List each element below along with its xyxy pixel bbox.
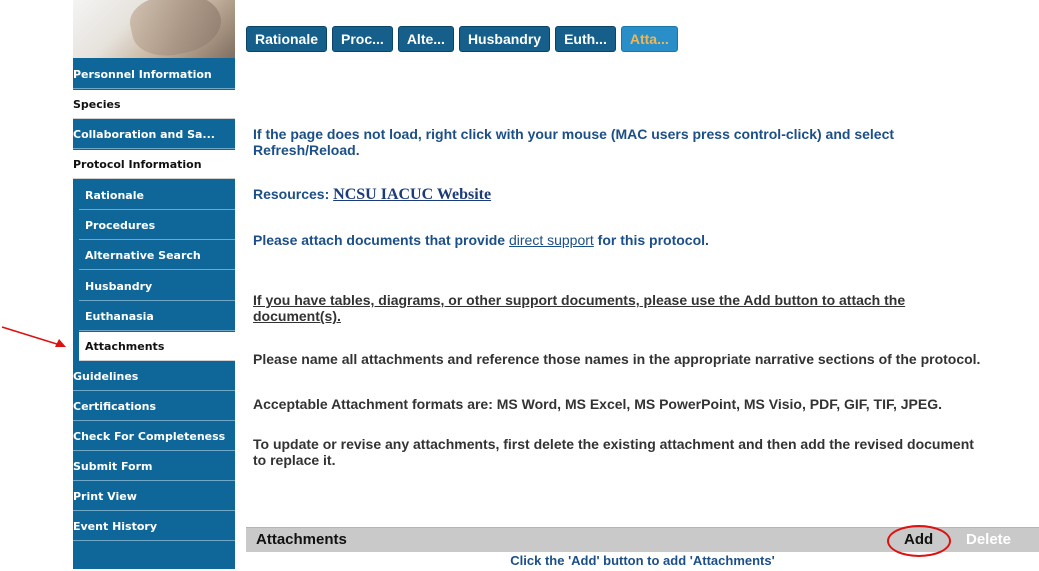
naming-notice: Please name all attachments and referenc…	[253, 351, 981, 367]
sidebar-item-rationale[interactable]: Rationale	[79, 181, 235, 210]
update-notice-line-2: to replace it.	[253, 452, 336, 468]
reload-notice-line-1: If the page does not load, right click w…	[253, 126, 895, 142]
sidebar-item-label: Husbandry	[85, 280, 153, 293]
add-attachment-button[interactable]: Add	[904, 528, 933, 552]
sidebar-item-label: Protocol Information	[73, 158, 202, 171]
delete-attachment-button: Delete	[966, 531, 1012, 548]
attachments-grid-header: Attachments Add Delete	[246, 527, 1039, 552]
sidebar-item-label: Event History	[73, 520, 157, 533]
sidebar-item-euthanasia[interactable]: Euthanasia	[79, 302, 235, 331]
sidebar-nav: Personnel Information Species Collaborat…	[73, 0, 235, 569]
sidebar-item-label: Print View	[73, 490, 137, 503]
direct-support-link[interactable]: direct support	[509, 232, 594, 248]
annotation-arrow-icon	[1, 326, 66, 347]
sidebar-item-label: Guidelines	[73, 370, 139, 383]
sidebar-item-event-history[interactable]: Event History	[73, 512, 235, 541]
sidebar-item-label: Alternative Search	[85, 249, 201, 262]
tables-notice-line-2: document(s).	[253, 308, 341, 324]
attach-instruction-suffix: for this protocol.	[593, 232, 709, 248]
sidebar-item-print-view[interactable]: Print View	[73, 482, 235, 511]
sidebar-item-label: Attachments	[85, 340, 165, 353]
sidebar-item-label: Personnel Information	[73, 68, 212, 81]
sidebar-item-species[interactable]: Species	[73, 90, 235, 119]
resources-label: Resources:	[253, 186, 334, 202]
tab-attachments[interactable]: Atta...	[620, 26, 678, 52]
tab-husbandry[interactable]: Husbandry	[458, 26, 551, 52]
tab-alternative-search[interactable]: Alte...	[397, 26, 454, 52]
iacuc-website-link[interactable]: NCSU IACUC Website	[333, 186, 491, 203]
sidebar-item-label: Check For Completeness	[73, 430, 226, 443]
sidebar-item-husbandry[interactable]: Husbandry	[79, 272, 235, 301]
sidebar-item-collaboration[interactable]: Collaboration and Sa...	[73, 120, 235, 149]
sidebar-item-certifications[interactable]: Certifications	[73, 392, 235, 421]
formats-notice: Acceptable Attachment formats are: MS Wo…	[253, 396, 943, 412]
sidebar-item-label: Submit Form	[73, 460, 153, 473]
sidebar-item-procedures[interactable]: Procedures	[79, 211, 235, 240]
sidebar-item-attachments[interactable]: Attachments	[79, 332, 235, 361]
sidebar-item-label: Species	[73, 98, 121, 111]
update-notice-line-1: To update or revise any attachments, fir…	[253, 436, 974, 452]
sidebar-item-label: Procedures	[85, 219, 156, 232]
section-tabs: Rationale Proc... Alte... Husbandry Euth…	[246, 26, 678, 52]
sidebar-item-label: Collaboration and Sa...	[73, 128, 215, 141]
sidebar-item-submit-form[interactable]: Submit Form	[73, 452, 235, 481]
header-photo	[73, 0, 235, 58]
reload-notice: If the page does not load, right click w…	[253, 126, 894, 158]
sidebar-item-alternative-search[interactable]: Alternative Search	[79, 241, 235, 270]
sidebar-item-label: Certifications	[73, 400, 157, 413]
tables-notice: If you have tables, diagrams, or other s…	[253, 292, 905, 324]
reload-notice-line-2: Refresh/Reload.	[253, 142, 360, 158]
sidebar-item-label: Euthanasia	[85, 310, 154, 323]
sidebar-item-check-for-completeness[interactable]: Check For Completeness	[73, 422, 235, 451]
sidebar-item-personnel-information[interactable]: Personnel Information	[73, 60, 235, 89]
tab-rationale[interactable]: Rationale	[246, 26, 328, 52]
tables-notice-line-1: If you have tables, diagrams, or other s…	[253, 292, 906, 308]
resources-line: Resources: NCSU IACUC Website	[253, 186, 491, 203]
sidebar-item-protocol-information[interactable]: Protocol Information	[73, 150, 235, 179]
update-notice: To update or revise any attachments, fir…	[253, 436, 974, 468]
attachments-grid-title: Attachments	[256, 531, 347, 548]
attach-instruction-prefix: Please attach documents that provide	[253, 232, 509, 248]
sidebar-item-guidelines[interactable]: Guidelines	[73, 362, 235, 391]
attach-instruction: Please attach documents that provide dir…	[253, 232, 709, 248]
tab-procedures[interactable]: Proc...	[332, 26, 393, 52]
tab-euthanasia[interactable]: Euth...	[555, 26, 616, 52]
attachments-empty-message: Click the 'Add' button to add 'Attachmen…	[510, 553, 775, 568]
sidebar-item-label: Rationale	[85, 189, 144, 202]
